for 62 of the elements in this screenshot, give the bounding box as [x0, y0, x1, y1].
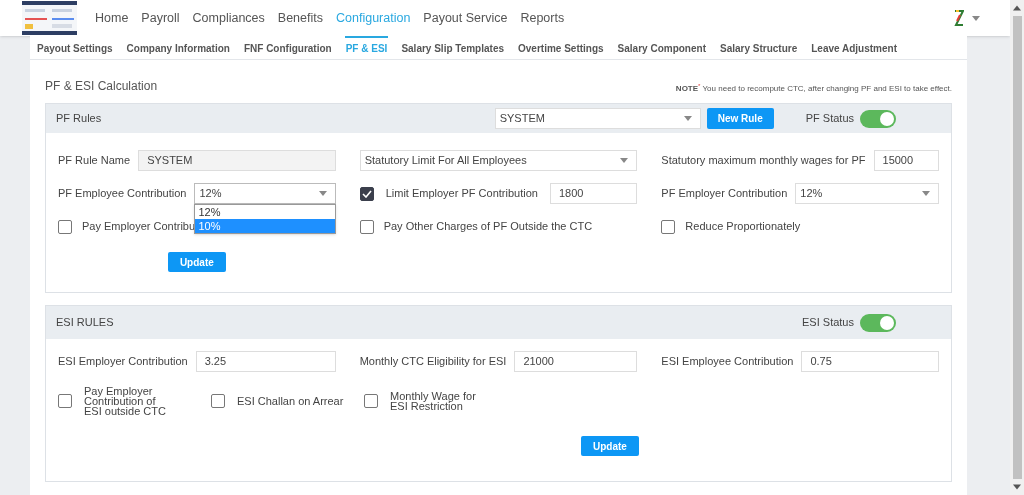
input-field[interactable]: 3.25 — [195, 351, 336, 372]
checkbox[interactable] — [364, 394, 378, 408]
status-toggle[interactable] — [860, 109, 896, 128]
status-label: PF Status — [805, 111, 854, 127]
checkbox-label: ESI Challan on Arrear — [237, 396, 344, 406]
nav-link[interactable]: Home — [95, 0, 129, 36]
field-label: PF Employer Contribution — [661, 186, 788, 202]
field-label: Statutory maximum monthly wages for PF — [661, 153, 866, 169]
input-field[interactable]: 15000 — [873, 150, 939, 171]
nav-link[interactable]: Compliances — [192, 0, 265, 36]
checkbox[interactable] — [359, 186, 374, 201]
dropdown-option[interactable]: 12% — [195, 205, 335, 219]
checkbox-label: Reduce Proportionately — [685, 219, 801, 235]
caret-icon — [922, 191, 930, 196]
sub-tab[interactable]: Salary Structure — [718, 36, 799, 59]
nav-link[interactable]: Reports — [520, 0, 565, 36]
checkbox[interactable] — [58, 219, 72, 234]
caret-icon — [683, 116, 692, 121]
select-field[interactable]: 12% — [194, 183, 336, 204]
field-label: ESI Employer Contribution — [58, 354, 188, 370]
sub-tab[interactable]: Salary Slip Templates — [400, 36, 505, 59]
input-field[interactable]: 1800 — [549, 183, 638, 204]
scroll-up-icon[interactable] — [1013, 3, 1021, 13]
status-toggle[interactable] — [860, 313, 896, 332]
page-title: PF & ESI Calculation — [45, 78, 158, 95]
checkbox[interactable] — [661, 219, 676, 234]
checkbox-label: Pay Employer Contribu — [82, 219, 196, 235]
sub-tab[interactable]: Salary Component — [616, 36, 707, 59]
checkbox-label: Limit Employer PF Contribution — [385, 186, 538, 202]
panel-title: PF Rules — [56, 111, 102, 127]
scrollbar[interactable] — [1010, 0, 1024, 495]
status-label: ESI Status — [802, 315, 854, 331]
field-label: ESI Employee Contribution — [661, 354, 794, 370]
field-label: Monthly CTC Eligibility for ESI — [359, 354, 507, 370]
checkbox[interactable] — [58, 394, 72, 408]
note-text: NOTE$^{*}$ You need to recompute CTC, after changing PF and ESI to take effect. — [675, 83, 952, 95]
input-field[interactable]: 21000 — [514, 351, 638, 372]
scroll-down-icon[interactable] — [1013, 482, 1021, 492]
checkbox[interactable] — [211, 394, 225, 408]
checkbox-label: Monthly Wage for ESI Restriction — [390, 391, 477, 411]
select-field[interactable]: 12% — [795, 183, 939, 204]
nav-link[interactable]: Payout Service — [423, 0, 508, 36]
rule-select[interactable]: SYSTEM — [494, 108, 701, 129]
sub-tab[interactable]: FNF Configuration — [242, 36, 333, 59]
sub-tab[interactable]: Company Information — [125, 36, 231, 59]
sub-tab[interactable]: Leave Adjustment — [810, 36, 898, 59]
sub-tab[interactable]: Overtime Settings — [517, 36, 605, 59]
field-label: PF Employee Contribution — [58, 186, 187, 202]
panel-title: ESI RULES — [56, 315, 114, 331]
sub-tab[interactable]: Payout Settings — [36, 36, 114, 59]
field-label: PF Rule Name — [58, 153, 131, 169]
dropdown-caret-icon — [972, 15, 980, 21]
user-avatar-icon[interactable] — [954, 10, 964, 26]
nav-link[interactable]: Payroll — [141, 0, 180, 36]
checkbox-label: Pay Other Charges of PF Outside the CTC — [383, 219, 593, 235]
nav-link[interactable]: Benefits — [277, 0, 323, 36]
input-field[interactable]: 0.75 — [801, 351, 939, 372]
checkbox-label: Pay Employer Contribution of ESI outside CTC — [84, 386, 167, 416]
select-field[interactable]: Statutory Limit For All Employees — [359, 150, 638, 171]
checkbox[interactable] — [359, 219, 374, 234]
caret-icon — [620, 158, 629, 163]
caret-icon — [318, 191, 327, 196]
